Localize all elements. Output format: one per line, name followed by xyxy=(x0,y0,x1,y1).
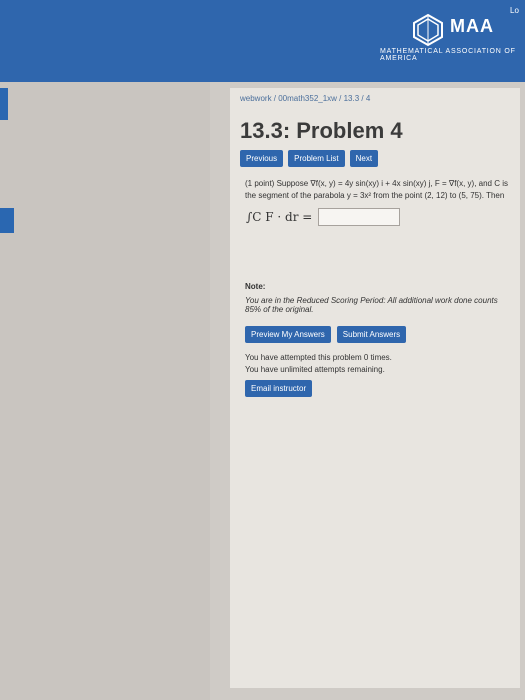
problem-list-button[interactable]: Problem List xyxy=(288,150,345,167)
next-button[interactable]: Next xyxy=(349,150,379,167)
maa-logo-icon xyxy=(410,12,445,47)
note-label: Note: xyxy=(245,282,266,291)
problem-statement: (1 point) Suppose ∇f(x, y) = 4y sin(xy) … xyxy=(245,179,508,200)
answer-actions: Preview My Answers Submit Answers xyxy=(245,326,407,343)
previous-button[interactable]: Previous xyxy=(240,150,284,167)
email-instructor-button[interactable]: Email instructor xyxy=(245,380,313,397)
attempt-status: You have attempted this problem 0 times.… xyxy=(245,352,392,376)
left-sidebar xyxy=(0,0,210,700)
attempts-remaining: You have unlimited attempts remaining. xyxy=(245,365,385,374)
integral-row: ∫C F · dr = xyxy=(246,208,401,226)
top-banner: MAA MATHEMATICAL ASSOCIATION OF AMERICA … xyxy=(0,0,525,82)
breadcrumb[interactable]: webwork / 00math352_1xw / 13.3 / 4 xyxy=(240,94,370,103)
left-accent-bar xyxy=(0,88,8,120)
integral-expression: ∫C F · dr = xyxy=(246,210,313,224)
page-title: 13.3: Problem 4 xyxy=(240,118,403,143)
nav-buttons: Previous Problem List Next xyxy=(240,150,379,167)
left-accent-bar-2 xyxy=(0,208,14,233)
login-link[interactable]: Lo xyxy=(510,6,519,15)
answer-input[interactable] xyxy=(318,208,401,226)
email-section: Email instructor xyxy=(245,380,313,397)
note-text: You are in the Reduced Scoring Period: A… xyxy=(245,296,498,314)
site-title: MAA xyxy=(450,16,494,36)
site-subtitle: MATHEMATICAL ASSOCIATION OF AMERICA xyxy=(380,48,516,62)
preview-answers-button[interactable]: Preview My Answers xyxy=(245,326,331,343)
attempts-count: You have attempted this problem 0 times. xyxy=(245,353,392,362)
submit-answers-button[interactable]: Submit Answers xyxy=(336,326,407,343)
